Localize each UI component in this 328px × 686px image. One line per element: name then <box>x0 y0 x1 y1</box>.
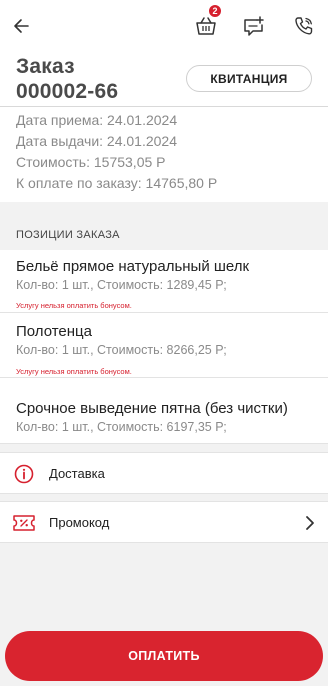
order-title: Заказ 000002-66 <box>16 54 186 104</box>
promo-row[interactable]: Промокод <box>0 501 328 543</box>
ticket-percent-icon <box>13 513 35 533</box>
gap-band <box>0 494 328 501</box>
order-number: 000002-66 <box>16 80 119 103</box>
item-bonus-warning: Услугу нельзя оплатить бонусом. <box>16 367 132 376</box>
section-header-band <box>0 202 328 250</box>
item-bonus-warning: Услугу нельзя оплатить бонусом. <box>16 301 132 310</box>
basket-icon <box>196 17 216 35</box>
order-info: Дата приема: 24.01.2024 Дата выдачи: 24.… <box>16 110 217 194</box>
receipt-button[interactable]: КВИТАНЦИЯ <box>186 65 312 92</box>
item-details: Кол-во: 1 шт., Стоимость: 1289,45 Р; <box>16 278 227 292</box>
order-title-word: Заказ <box>16 55 75 78</box>
gap-band <box>0 444 328 452</box>
header-divider <box>0 106 328 107</box>
item-details: Кол-во: 1 шт., Стоимость: 8266,25 Р; <box>16 343 227 357</box>
delivery-label: Доставка <box>49 466 105 481</box>
back-button[interactable] <box>6 10 38 42</box>
cart-count-badge: 2 <box>208 4 222 18</box>
chat-button[interactable] <box>238 10 270 42</box>
amount-to-pay: К оплате по заказу: 14765,80 Р <box>16 175 218 191</box>
item-details: Кол-во: 1 шт., Стоимость: 6197,35 Р; <box>16 420 227 434</box>
delivery-row[interactable]: Доставка <box>0 452 328 494</box>
order-cost: Стоимость: 15753,05 Р <box>16 154 166 170</box>
section-label-positions: ПОЗИЦИИ ЗАКАЗА <box>16 229 120 241</box>
info-circle-icon <box>13 464 35 484</box>
list-item: Полотенца Кол-во: 1 шт., Стоимость: 8266… <box>0 313 328 378</box>
list-item: Срочное выведение пятна (без чистки) Кол… <box>0 378 328 444</box>
arrow-left-icon <box>14 19 29 33</box>
promo-label: Промокод <box>49 515 110 530</box>
item-name: Полотенца <box>16 323 92 340</box>
top-bar: 2 <box>0 0 328 52</box>
chat-plus-icon <box>244 16 264 36</box>
phone-icon <box>295 17 313 35</box>
date-issued: Дата выдачи: 24.01.2024 <box>16 133 177 149</box>
call-button[interactable] <box>288 10 320 42</box>
chevron-right-icon <box>306 516 314 530</box>
cart-button[interactable]: 2 <box>190 4 222 42</box>
item-name: Срочное выведение пятна (без чистки) <box>16 400 288 417</box>
pay-button[interactable]: ОПЛАТИТЬ <box>5 631 323 681</box>
list-item: Бельё прямое натуральный шелк Кол-во: 1 … <box>0 250 328 313</box>
item-name: Бельё прямое натуральный шелк <box>16 258 250 275</box>
date-received: Дата приема: 24.01.2024 <box>16 112 178 128</box>
